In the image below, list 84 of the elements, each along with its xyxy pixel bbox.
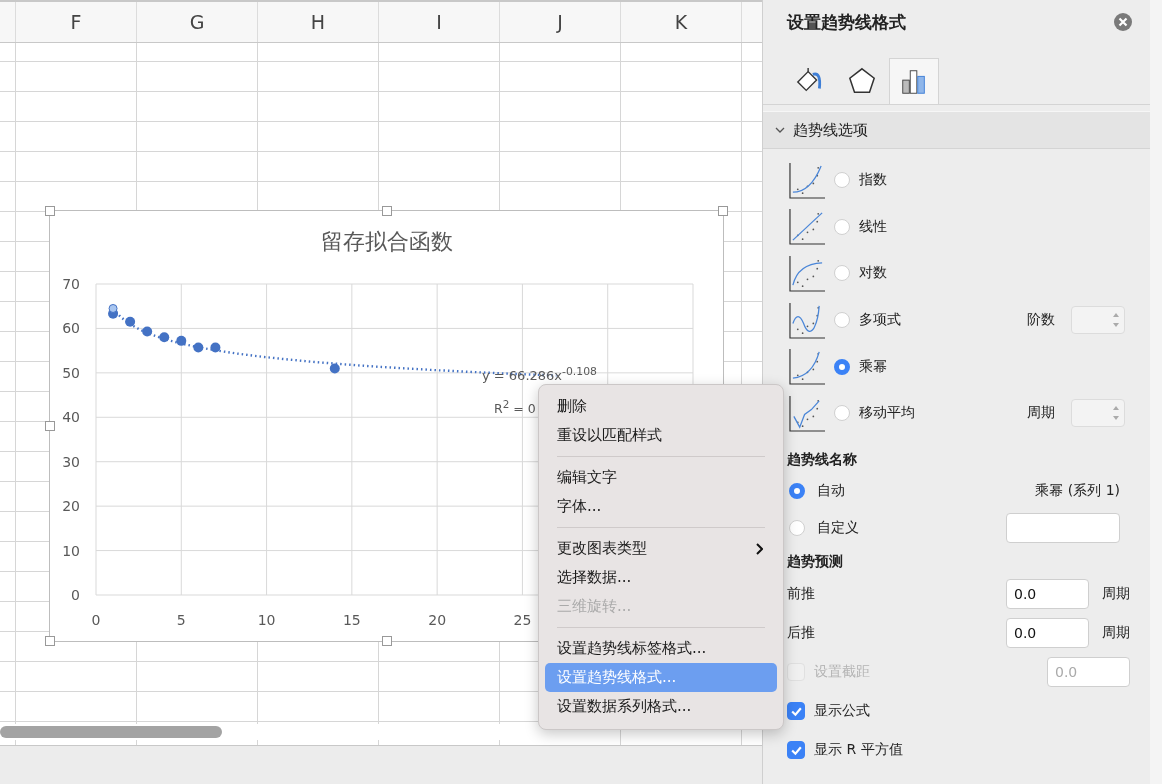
r-squared-label[interactable]: R$^{2}$ = 0 [494,395,536,419]
radio-button[interactable] [789,520,805,537]
column-header[interactable]: J [500,2,621,42]
data-point[interactable] [329,363,340,374]
spinner-field[interactable] [1071,399,1125,428]
axis-label: 60 [62,320,80,337]
chevron-icon [775,125,785,135]
chevron-icon [755,542,763,555]
axis-label: 50 [62,364,80,381]
radio-button[interactable] [834,265,850,282]
period-field[interactable]: 0.0 [1006,579,1089,610]
unit-label: 周期 [1102,585,1130,604]
option-label: 对数 [859,264,888,283]
field-label: 前推 [787,585,816,604]
trendline-type-icon [789,301,826,339]
trendline-equation[interactable]: y = 66.286x$^{-0.108}$ [482,363,597,386]
axis-label: 5 [176,612,186,628]
data-point[interactable] [159,332,170,343]
resize-handle[interactable] [45,636,55,646]
period-field[interactable]: 0.0 [1006,618,1089,649]
trendline-type-icon [789,208,826,246]
resize-handle[interactable] [718,206,728,216]
column-header[interactable]: K [621,2,742,42]
option-label: 移动平均 [859,404,916,423]
checkbox[interactable] [787,702,805,721]
chart-title: 留存拟合函数 [319,228,454,256]
checkbox-label: 显示公式 [814,702,871,721]
data-point[interactable] [193,342,204,353]
column-header[interactable]: G [137,2,258,42]
option-label: 自定义 [817,519,860,538]
axis-label: 30 [62,453,80,470]
param-label: 阶数 [1027,311,1056,330]
field-label: 后推 [787,624,816,643]
axis-label: 15 [342,612,361,628]
param-label: 周期 [1027,404,1056,423]
resize-handle[interactable] [45,421,55,431]
axis-label: 10 [257,612,276,628]
axis-label: 0 [91,612,101,628]
option-label: 多项式 [859,311,902,330]
column-header[interactable]: I [379,2,500,42]
axis-label: 20 [62,498,80,515]
resize-handle[interactable] [45,206,55,216]
menu-item[interactable]: 设置数据系列格式... [545,692,777,721]
axis-label: 20 [428,612,447,628]
pane-title: 设置趋势线格式 [787,10,906,34]
pentagon-icon [847,66,877,96]
column-header[interactable]: F [16,2,137,42]
section-header[interactable]: 趋势线选项 [763,111,1150,149]
unit-label: 周期 [1102,624,1130,643]
checkbox-label: 显示 R 平方值 [814,741,904,760]
trendline-type-icon [789,255,826,292]
option-label: 自动 [817,482,846,501]
trendline-type-icon [789,161,826,199]
auto-name: 乘幂 (系列 1) [1035,482,1120,501]
option-label: 线性 [859,217,888,236]
radio-button[interactable] [834,358,850,375]
spinner-field[interactable] [1071,306,1125,335]
name-field[interactable] [1006,513,1120,544]
radio-button[interactable] [834,405,850,422]
column-header[interactable]: H [258,2,379,42]
resize-handle[interactable] [381,206,392,216]
option-label: 指数 [859,171,888,190]
axis-label: 0 [71,587,80,603]
radio-button[interactable] [834,312,850,329]
radio-button[interactable] [789,483,805,500]
radio-button[interactable] [834,218,850,235]
trendline-type-icon [789,348,826,386]
group-heading: 趋势线名称 [786,450,858,469]
resize-handle[interactable] [381,636,392,646]
axis-label: 70 [62,276,80,292]
data-point[interactable] [142,326,153,337]
axis-label: 10 [62,542,80,559]
scrollbar-thumb[interactable] [0,726,222,738]
data-point[interactable] [210,342,221,353]
option-label: 乘幂 [859,357,888,376]
data-point[interactable] [176,335,187,346]
close-icon[interactable] [1114,13,1132,31]
axis-label: 25 [513,612,532,628]
data-point[interactable] [125,316,136,327]
checkbox[interactable] [787,741,805,760]
radio-button[interactable] [834,172,850,189]
axis-label: 40 [62,409,80,426]
group-heading: 趋势预测 [786,552,844,571]
trendline-type-icon [789,394,826,432]
